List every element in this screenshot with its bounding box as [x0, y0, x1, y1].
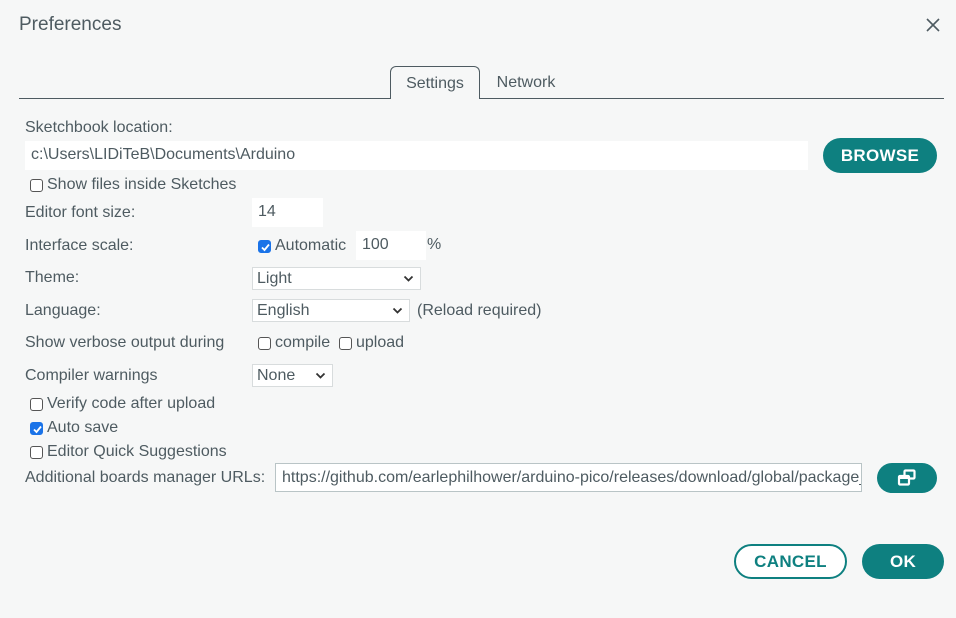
language-reload-note: (Reload required) [417, 302, 542, 319]
compiler-warnings-label: Compiler warnings [25, 367, 158, 384]
show-files-checkbox[interactable] [30, 178, 43, 192]
theme-select[interactable]: Light [252, 267, 421, 290]
verbose-output-label: Show verbose output during [25, 334, 225, 351]
quick-suggestions-label: Editor Quick Suggestions [47, 443, 227, 460]
auto-save-label: Auto save [47, 419, 119, 436]
dialog-title: Preferences [19, 14, 122, 35]
boards-urls-input[interactable]: https://github.com/earlephilhower/arduin… [275, 463, 862, 492]
language-select[interactable]: English [252, 299, 410, 322]
automatic-scale-option[interactable]: Automatic [258, 237, 346, 255]
ok-button[interactable]: OK [862, 544, 944, 579]
checkmark-icon [261, 243, 270, 251]
editor-font-size-label: Editor font size: [25, 204, 136, 221]
chevron-down-icon [315, 372, 326, 379]
verbose-compile-label: compile [275, 334, 331, 351]
open-in-window-icon [897, 469, 916, 486]
automatic-scale-label: Automatic [275, 237, 347, 254]
interface-scale-input[interactable]: 100 [356, 231, 426, 260]
chevron-down-icon [392, 307, 403, 314]
quick-suggestions-option[interactable]: Editor Quick Suggestions [30, 443, 227, 461]
theme-selected-value: Light [257, 270, 292, 287]
boards-urls-edit-button[interactable] [877, 463, 937, 493]
cancel-button[interactable]: CANCEL [734, 544, 847, 579]
verify-after-upload-option[interactable]: Verify code after upload [30, 395, 215, 413]
close-button[interactable] [922, 14, 944, 36]
boards-urls-label: Additional boards manager URLs: [25, 469, 266, 486]
automatic-scale-checkbox[interactable] [258, 239, 271, 253]
verify-after-upload-checkbox[interactable] [30, 397, 43, 411]
verbose-compile-option[interactable]: compile [258, 334, 330, 352]
interface-scale-label: Interface scale: [25, 237, 134, 254]
sketchbook-location-label: Sketchbook location: [25, 119, 173, 136]
checkmark-icon [33, 425, 42, 433]
sketchbook-location-input[interactable]: c:\Users\LIDiTeB\Documents\Arduino [25, 141, 808, 170]
tab-settings[interactable]: Settings [390, 66, 480, 99]
interface-scale-unit: % [427, 236, 442, 253]
verify-after-upload-label: Verify code after upload [47, 395, 216, 412]
verbose-upload-label: upload [356, 334, 405, 351]
show-files-option[interactable]: Show files inside Sketches [30, 176, 236, 194]
tab-network[interactable]: Network [482, 66, 570, 99]
chevron-down-icon [403, 275, 414, 282]
quick-suggestions-checkbox[interactable] [30, 445, 43, 459]
verbose-compile-checkbox[interactable] [258, 336, 271, 350]
auto-save-option[interactable]: Auto save [30, 419, 118, 437]
auto-save-checkbox[interactable] [30, 421, 43, 435]
editor-font-size-input[interactable]: 14 [252, 198, 323, 227]
theme-label: Theme: [25, 269, 80, 286]
compiler-warnings-selected-value: None [257, 367, 296, 384]
show-files-label: Show files inside Sketches [47, 176, 237, 193]
language-selected-value: English [257, 302, 310, 319]
close-icon [926, 18, 940, 32]
compiler-warnings-select[interactable]: None [252, 364, 333, 387]
browse-button[interactable]: BROWSE [823, 138, 937, 173]
verbose-upload-option[interactable]: upload [339, 334, 404, 352]
language-label: Language: [25, 302, 101, 319]
verbose-upload-checkbox[interactable] [339, 336, 352, 350]
